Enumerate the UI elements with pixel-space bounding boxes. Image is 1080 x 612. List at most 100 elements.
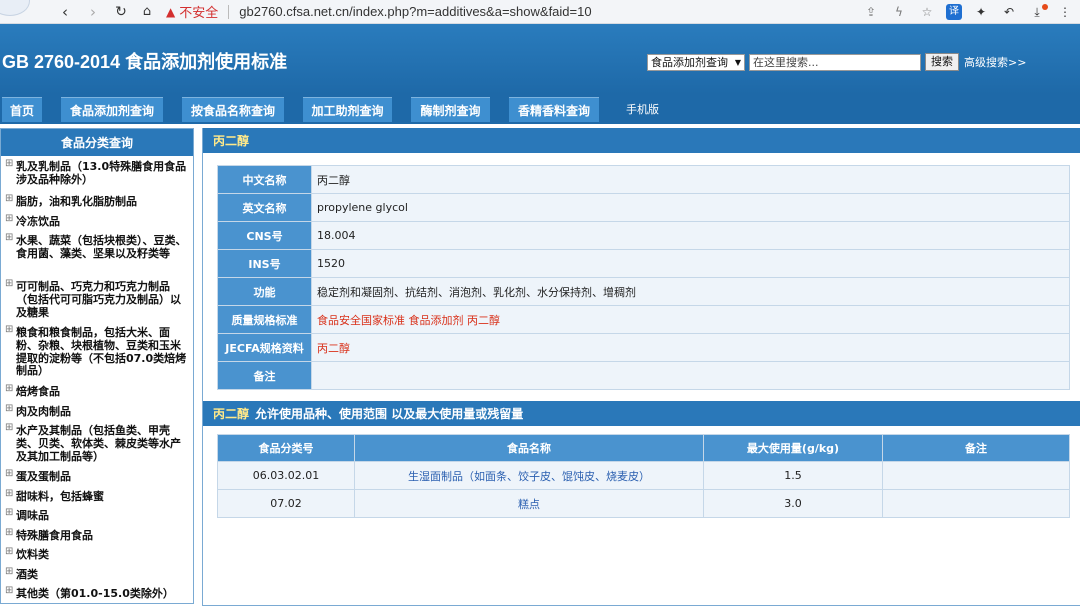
column-header: 备注 xyxy=(882,434,1070,462)
category-item[interactable]: ⊞ 其他类（第01.0-15.0类除外） xyxy=(1,585,193,608)
usage-heading-bar: 丙二醇 允许使用品种、使用范围 以及最大使用量或残留量 xyxy=(203,401,1080,426)
table-row: INS号 1520 xyxy=(217,249,1070,278)
additive-name: 丙二醇 xyxy=(213,134,250,148)
plus-icon[interactable]: ⊞ xyxy=(5,585,16,608)
usage-additive-name: 丙二醇 xyxy=(213,407,250,421)
plus-icon[interactable]: ⊞ xyxy=(5,278,16,327)
field-value: 丙二醇 xyxy=(311,165,1070,194)
field-label: INS号 xyxy=(217,249,312,278)
address-bar[interactable]: ▲ 不安全 gb2760.cfsa.net.cn/index.php?m=add… xyxy=(166,2,592,22)
table-row: 质量规格标准 食品安全国家标准 食品添加剂 丙二醇 xyxy=(217,305,1070,334)
back-arrow-icon[interactable]: ‹ xyxy=(54,1,76,23)
field-label: CNS号 xyxy=(217,221,312,250)
table-cell xyxy=(882,489,1070,518)
tab-enzyme-query[interactable]: 酶制剂查询 xyxy=(411,97,490,122)
plus-icon[interactable]: ⊞ xyxy=(5,422,16,471)
reload-icon[interactable]: ↻ xyxy=(110,1,132,23)
category-item[interactable]: ⊞ 甜味料，包括蜂蜜 xyxy=(1,488,193,511)
jecfa-spec-link[interactable]: 丙二醇 xyxy=(311,333,1070,362)
extensions-icon[interactable]: ✦ xyxy=(972,5,990,19)
tab-additive-query[interactable]: 食品添加剂查询 xyxy=(61,97,163,122)
forward-arrow-icon[interactable]: › xyxy=(82,1,104,23)
undo-icon[interactable]: ↶ xyxy=(1000,5,1018,19)
site-title: GB 2760-2014 食品添加剂使用标准 xyxy=(2,52,288,72)
category-item[interactable]: ⊞ 蛋及蛋制品 xyxy=(1,468,193,491)
url-text[interactable]: gb2760.cfsa.net.cn/index.php?m=additives… xyxy=(239,4,591,19)
chevron-down-icon: ▼ xyxy=(734,57,741,67)
search-input[interactable]: 在这里搜索... xyxy=(749,53,921,71)
category-item[interactable]: ⊞ 饮料类 xyxy=(1,546,193,569)
plus-icon[interactable]: ⊞ xyxy=(5,158,16,196)
category-item[interactable]: ⊞ 酒类 xyxy=(1,566,193,589)
download-icon[interactable]: ⤓ xyxy=(1028,3,1048,20)
column-header: 食品分类号 xyxy=(217,434,355,462)
more-icon[interactable]: ⋮ xyxy=(1056,5,1074,19)
additive-name-bar: 丙二醇 xyxy=(203,128,1080,153)
search-type-select[interactable]: 食品添加剂查询 ▼ xyxy=(647,53,745,71)
category-item[interactable]: ⊞ 脂肪，油和乳化脂肪制品 xyxy=(1,193,193,216)
table-row: JECFA规格资料 丙二醇 xyxy=(217,333,1070,362)
browser-logo xyxy=(0,0,30,16)
share-icon[interactable]: ⇪ xyxy=(862,5,880,19)
advanced-search-link[interactable]: 高级搜索>> xyxy=(964,54,1026,70)
translate-icon[interactable]: 译 xyxy=(946,4,962,20)
star-icon[interactable]: ☆ xyxy=(918,5,936,19)
food-name-link[interactable]: 糕点 xyxy=(354,489,704,518)
food-category-sidebar: 食品分类查询 ⊞ 乳及乳制品（13.0特殊膳食用食品涉及品种除外） ⊞ 脂肪，油和乳… xyxy=(0,128,194,604)
table-row: 07.02 糕点 3.0 xyxy=(217,489,1070,518)
field-value: 1520 xyxy=(311,249,1070,278)
table-cell: 06.03.02.01 xyxy=(217,461,355,490)
plus-icon[interactable]: ⊞ xyxy=(5,324,16,386)
search-area: 食品添加剂查询 ▼ 在这里搜索... 搜索 高级搜索>> xyxy=(647,53,1026,71)
field-label: 质量规格标准 xyxy=(217,305,312,334)
search-button[interactable]: 搜索 xyxy=(925,53,959,71)
column-header: 食品名称 xyxy=(354,434,704,462)
category-list: ⊞ 乳及乳制品（13.0特殊膳食用食品涉及品种除外） ⊞ 脂肪，油和乳化脂肪制品 ⊞… xyxy=(1,156,193,608)
category-item[interactable]: ⊞ 肉及肉制品 xyxy=(1,403,193,426)
table-row: 中文名称 丙二醇 xyxy=(217,165,1070,194)
insecure-label: 不安全 xyxy=(179,6,219,21)
main-nav: 首页 食品添加剂查询 按食品名称查询 加工助剂查询 酶制剂查询 香精香料查询 手… xyxy=(0,94,1080,124)
field-label: JECFA规格资料 xyxy=(217,333,312,362)
usage-table: 食品分类号 食品名称 最大使用量(g/kg) 备注 06.03.02.01 生湿… xyxy=(217,434,1070,518)
mobile-version-link[interactable]: 手机版 xyxy=(626,101,659,117)
field-value: propylene glycol xyxy=(311,193,1070,222)
table-header-row: 食品分类号 食品名称 最大使用量(g/kg) 备注 xyxy=(217,434,1070,462)
browser-toolbar: ‹ › ↻ ⌂ ▲ 不安全 gb2760.cfsa.net.cn/index.p… xyxy=(0,0,1080,24)
tab-food-name-query[interactable]: 按食品名称查询 xyxy=(182,97,284,122)
category-item[interactable]: ⊞ 焙烤食品 xyxy=(1,383,193,406)
table-row: CNS号 18.004 xyxy=(217,221,1070,250)
table-row: 英文名称 propylene glycol xyxy=(217,193,1070,222)
food-name-link[interactable]: 生湿面制品（如面条、饺子皮、馄饨皮、烧麦皮） xyxy=(354,461,704,490)
tab-flavor-query[interactable]: 香精香料查询 xyxy=(509,97,599,122)
table-cell: 3.0 xyxy=(703,489,883,518)
category-item[interactable]: ⊞ 水果、蔬菜（包括块根类）、豆类、食用菌、藻类、坚果以及籽类等 xyxy=(1,232,193,281)
tab-home[interactable]: 首页 xyxy=(2,97,42,122)
field-value: 18.004 xyxy=(311,221,1070,250)
quality-standard-link[interactable]: 食品安全国家标准 食品添加剂 丙二醇 xyxy=(311,305,1070,334)
table-row: 功能 稳定剂和凝固剂、抗结剂、消泡剂、乳化剂、水分保持剂、增稠剂 xyxy=(217,277,1070,306)
category-item[interactable]: ⊞ 可可制品、巧克力和巧克力制品（包括代可可脂巧克力及制品）以及糖果 xyxy=(1,278,193,327)
field-label: 中文名称 xyxy=(217,165,312,194)
bolt-icon[interactable]: ϟ xyxy=(890,5,908,19)
category-item[interactable]: ⊞ 乳及乳制品（13.0特殊膳食用食品涉及品种除外） xyxy=(1,158,193,196)
additive-detail: 丙二醇 中文名称 丙二醇 英文名称 propylene glycol CNS号 18.… xyxy=(202,128,1080,606)
table-cell: 07.02 xyxy=(217,489,355,518)
additive-info-table: 中文名称 丙二醇 英文名称 propylene glycol CNS号 18.004 … xyxy=(217,165,1070,390)
tab-processing-aid-query[interactable]: 加工助剂查询 xyxy=(303,97,392,122)
field-value xyxy=(311,361,1070,390)
table-cell xyxy=(882,461,1070,490)
category-item[interactable]: ⊞ 特殊膳食用食品 xyxy=(1,527,193,550)
field-label: 备注 xyxy=(217,361,312,390)
category-item[interactable]: ⊞ 调味品 xyxy=(1,507,193,530)
category-item[interactable]: ⊞ 冷冻饮品 xyxy=(1,213,193,236)
category-item[interactable]: ⊞ 水产及其制品（包括鱼类、甲壳类、贝类、软体类、棘皮类等水产及其加工制品等） xyxy=(1,422,193,471)
field-label: 功能 xyxy=(217,277,312,306)
usage-heading-text: 允许使用品种、使用范围 以及最大使用量或残留量 xyxy=(255,407,524,421)
plus-icon[interactable]: ⊞ xyxy=(5,232,16,281)
table-row: 备注 xyxy=(217,361,1070,390)
category-item[interactable]: ⊞ 粮食和粮食制品，包括大米、面粉、杂粮、块根植物、豆类和玉米提取的淀粉等（不包括… xyxy=(1,324,193,386)
home-icon[interactable]: ⌂ xyxy=(136,1,158,23)
field-label: 英文名称 xyxy=(217,193,312,222)
column-header: 最大使用量(g/kg) xyxy=(703,434,883,462)
